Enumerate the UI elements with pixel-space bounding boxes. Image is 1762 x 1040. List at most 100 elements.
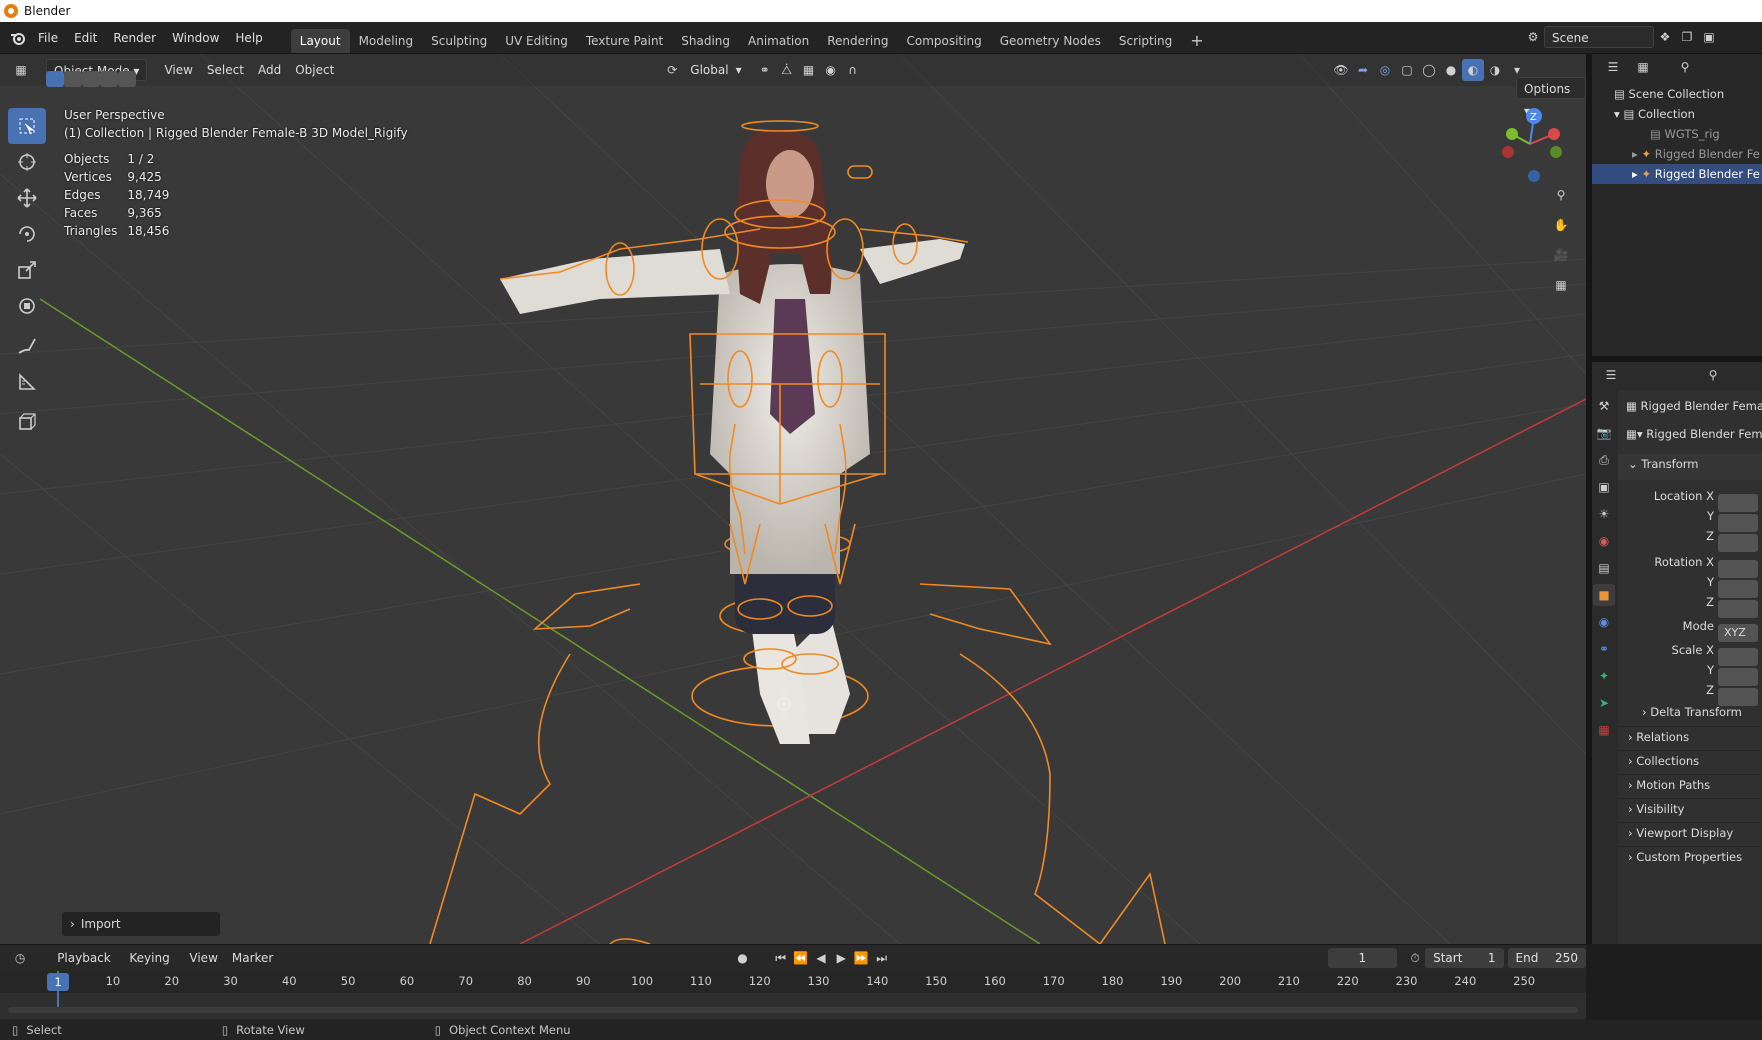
motion-paths-panel[interactable]: › Motion Paths	[1618, 774, 1762, 798]
scene-name-field[interactable]: Scene	[1544, 26, 1654, 48]
play-reverse-icon[interactable]: ◀	[811, 947, 831, 969]
zoom-icon[interactable]: ⚲	[1550, 184, 1572, 206]
transform-panel-header[interactable]: ⌄ Transform	[1618, 454, 1762, 480]
transform-orientation[interactable]: ⟳ Global ▾	[661, 59, 741, 81]
tab-modeling[interactable]: Modeling	[350, 29, 423, 53]
gizmo-x-icon[interactable]	[1548, 128, 1560, 140]
world-tab-icon[interactable]: ◉	[1593, 530, 1615, 552]
select-subtract-icon[interactable]	[82, 71, 100, 87]
object-data-row[interactable]: ▦▾ Rigged Blender Fem	[1618, 424, 1762, 454]
search-icon[interactable]: ⚲	[1702, 364, 1724, 386]
view-layer-tab-icon[interactable]: ▣	[1593, 476, 1615, 498]
scene-icon[interactable]: ⚙	[1522, 26, 1544, 48]
new-scene-icon[interactable]: ❐	[1676, 26, 1698, 48]
current-frame-field[interactable]: 1	[1327, 948, 1397, 968]
location-x-field[interactable]	[1718, 494, 1758, 512]
scale-y-field[interactable]	[1718, 668, 1758, 686]
add-cube-tool-icon[interactable]	[8, 404, 46, 440]
tab-layout[interactable]: Layout	[290, 29, 350, 53]
select-extend-icon[interactable]	[64, 71, 82, 87]
gizmo-neg-z-icon[interactable]	[1528, 170, 1540, 182]
timeline-area[interactable]: 10 20 30 40 50 60 70 80 90 100 110 120 130 140 150 160 1…	[0, 971, 1586, 1019]
frame-ruler[interactable]: 10 20 30 40 50 60 70 80 90 100 110 120 130 140 150 160 1…	[0, 971, 1586, 993]
proportional-edit-icon[interactable]: ◉	[820, 59, 842, 81]
data-tab-icon[interactable]: ✦	[1593, 665, 1615, 687]
playhead-frame[interactable]: 1	[47, 973, 69, 991]
menu-window[interactable]: Window	[164, 27, 227, 49]
tab-compositing[interactable]: Compositing	[897, 29, 990, 53]
outliner-item[interactable]: ▾ ▤ Collection	[1592, 104, 1762, 124]
scale-z-field[interactable]	[1718, 688, 1758, 706]
object-name-row[interactable]: ▦ Rigged Blender Female	[1618, 390, 1762, 424]
view-layer-icon[interactable]: ▣	[1698, 26, 1720, 48]
search-icon[interactable]: ⚲	[1674, 56, 1696, 78]
measure-tool-icon[interactable]	[8, 364, 46, 400]
move-tool-icon[interactable]	[8, 180, 46, 216]
stopwatch-icon[interactable]: ⏱	[1405, 947, 1425, 969]
annotate-tool-icon[interactable]	[8, 328, 46, 364]
menu-file[interactable]: File	[30, 27, 66, 49]
solid-shading-icon[interactable]: ●	[1440, 59, 1462, 81]
cursor-tool-icon[interactable]	[8, 144, 46, 180]
start-frame-field[interactable]: Start 1	[1425, 948, 1504, 968]
blender-menu-icon[interactable]	[6, 27, 30, 49]
rotation-y-field[interactable]	[1718, 580, 1758, 598]
tab-animation[interactable]: Animation	[739, 29, 818, 53]
location-y-field[interactable]	[1718, 514, 1758, 532]
tab-geometry-nodes[interactable]: Geometry Nodes	[991, 29, 1110, 53]
navigation-gizmo[interactable]: Z	[1490, 104, 1570, 184]
last-operator-panel[interactable]: › Import	[62, 912, 220, 936]
end-frame-field[interactable]: End 250	[1507, 948, 1586, 968]
ortho-grid-icon[interactable]: ▦	[1550, 274, 1572, 296]
modifier-tab-icon[interactable]: ◉	[1593, 611, 1615, 633]
outliner-item[interactable]: ▤ Scene Collection	[1592, 84, 1762, 104]
output-tab-icon[interactable]: ⎙	[1593, 449, 1615, 471]
gizmo-y-icon[interactable]	[1506, 128, 1518, 140]
auto-keying-icon[interactable]: ●	[732, 947, 752, 969]
visibility-panel[interactable]: › Visibility	[1618, 798, 1762, 822]
menu-help[interactable]: Help	[227, 27, 270, 49]
outliner-item[interactable]: ▤ WGTS_rig	[1592, 124, 1762, 144]
collections-panel[interactable]: › Collections	[1618, 750, 1762, 774]
viewport-display-panel[interactable]: › Viewport Display	[1618, 822, 1762, 846]
select-invert-icon[interactable]	[100, 71, 118, 87]
transform-tool-icon[interactable]	[8, 288, 46, 324]
relations-panel[interactable]: › Relations	[1618, 726, 1762, 750]
wireframe-shading-icon[interactable]: ◯	[1418, 59, 1440, 81]
snap-icon[interactable]: ⧊	[776, 59, 798, 81]
viewport-menu-view[interactable]: View	[157, 59, 199, 81]
texture-tab-icon[interactable]: ▦	[1593, 719, 1615, 741]
rotate-tool-icon[interactable]	[8, 216, 46, 252]
material-shading-icon[interactable]: ◐	[1462, 59, 1484, 81]
viewport-menu-select[interactable]: Select	[200, 59, 251, 81]
constraint-tab-icon[interactable]: ⚭	[1593, 638, 1615, 660]
editor-type-icon[interactable]: ◷	[10, 947, 30, 969]
jump-end-icon[interactable]: ⏭	[872, 947, 892, 969]
snap-target-icon[interactable]: ▦	[798, 59, 820, 81]
display-mode-icon[interactable]: ▦	[1632, 56, 1654, 78]
camera-view-icon[interactable]: 🎥	[1550, 244, 1572, 266]
editor-type-icon[interactable]: ☰	[1602, 56, 1624, 78]
tab-uv-editing[interactable]: UV Editing	[496, 29, 577, 53]
rotation-z-field[interactable]	[1718, 600, 1758, 618]
jump-start-icon[interactable]: ⏮	[771, 947, 791, 969]
timeline-menu-keying[interactable]: Keying ▾	[122, 947, 182, 987]
custom-properties-panel[interactable]: › Custom Properties	[1618, 846, 1762, 870]
outliner-item[interactable]: ▸ ✦ Rigged Blender Fe	[1592, 164, 1762, 184]
gizmo-neg-x-icon[interactable]	[1502, 146, 1514, 158]
options-dropdown[interactable]: Options ▾	[1516, 77, 1586, 118]
rotation-x-field[interactable]	[1718, 560, 1758, 578]
timeline-menu-view[interactable]: View	[182, 947, 224, 969]
visibility-icon[interactable]: 👁	[1330, 59, 1352, 81]
select-new-icon[interactable]	[46, 71, 64, 87]
scene-tab-icon[interactable]: ☀	[1593, 503, 1615, 525]
pan-hand-icon[interactable]: ✋	[1550, 214, 1572, 236]
timeline-scrollbar[interactable]	[8, 1007, 1578, 1013]
editor-type-icon[interactable]: ▦	[10, 59, 32, 81]
tab-shading[interactable]: Shading	[672, 29, 739, 53]
select-box-tool-icon[interactable]	[8, 108, 46, 144]
play-icon[interactable]: ▶	[831, 947, 851, 969]
overlays-icon[interactable]: ◎	[1374, 59, 1396, 81]
tab-texture-paint[interactable]: Texture Paint	[577, 29, 672, 53]
scale-tool-icon[interactable]	[8, 252, 46, 288]
